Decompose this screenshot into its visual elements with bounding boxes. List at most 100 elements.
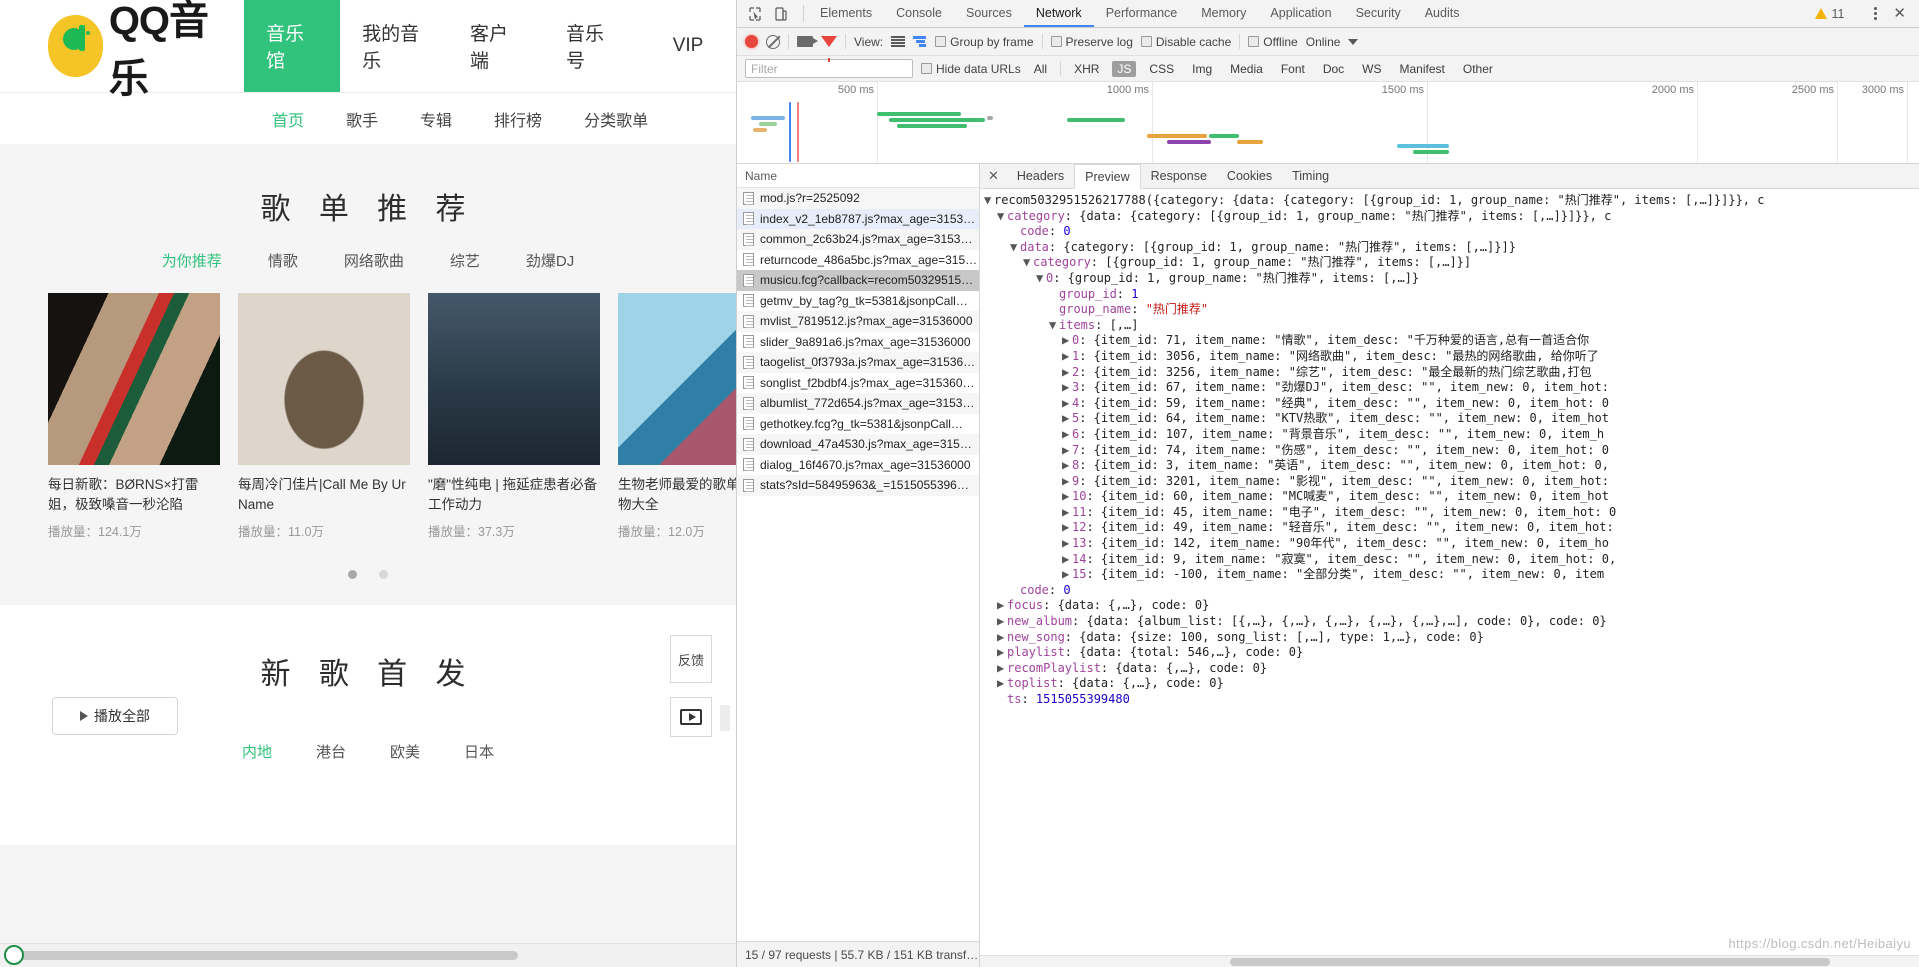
video-button[interactable] xyxy=(670,697,712,737)
subnav-item-albums[interactable]: 专辑 xyxy=(420,107,452,131)
chevron-down-icon[interactable]: ▼ xyxy=(1036,271,1046,287)
group-by-frame-checkbox[interactable]: Group by frame xyxy=(935,35,1034,49)
json-tree-row[interactable]: code: 0 xyxy=(984,583,1919,599)
chevron-right-icon[interactable]: ▶ xyxy=(1062,443,1072,459)
chevron-right-icon[interactable]: ▶ xyxy=(1062,536,1072,552)
record-button-icon[interactable] xyxy=(745,35,758,48)
request-row-selected[interactable]: musicu.fcg?callback=recom50329515… xyxy=(737,270,979,291)
playlist-card[interactable]: 每周冷门佳片|Call Me By Ur Name 播放量：11.0万 xyxy=(238,293,410,540)
json-tree-row[interactable]: ▼ recom5032951526217788({category: {data:… xyxy=(984,193,1919,209)
checkbox-icon[interactable] xyxy=(921,63,932,74)
filter-chip-css[interactable]: CSS xyxy=(1144,61,1179,77)
filter-chip-font[interactable]: Font xyxy=(1276,61,1310,77)
chevron-right-icon[interactable]: ▶ xyxy=(1062,489,1072,505)
chevron-right-icon[interactable]: ▶ xyxy=(1062,520,1072,536)
tab-security[interactable]: Security xyxy=(1344,0,1413,27)
json-tree-row[interactable]: group_name: "热门推荐" xyxy=(984,302,1919,318)
chevron-right-icon[interactable]: ▶ xyxy=(1062,474,1072,490)
filter-chip-all[interactable]: All xyxy=(1029,61,1052,77)
request-row[interactable]: slider_9a891a6.js?max_age=31536000 xyxy=(737,332,979,353)
checkbox-icon[interactable] xyxy=(1140,36,1152,47)
chevron-down-icon[interactable]: ▼ xyxy=(1049,318,1059,334)
chevron-down-icon[interactable]: ▼ xyxy=(1023,255,1033,271)
filter-chip-doc[interactable]: Doc xyxy=(1318,61,1349,77)
chevron-down-icon[interactable] xyxy=(1348,38,1359,45)
json-tree-row[interactable]: ts: 1515055399480 xyxy=(984,692,1919,708)
nav-item-vip[interactable]: VIP xyxy=(640,0,736,92)
chevron-right-icon[interactable]: ▶ xyxy=(1062,411,1072,427)
playlist-card[interactable]: "磨"性纯电 | 拖延症患者必备工作动力 播放量：37.3万 xyxy=(428,293,600,540)
json-tree-row[interactable]: ▶ 12: {item_id: 49, item_name: "轻音乐", ite… xyxy=(984,520,1919,536)
filter-chip-other[interactable]: Other xyxy=(1458,61,1498,77)
carousel-dot[interactable] xyxy=(379,570,388,579)
json-tree-row[interactable]: ▼ category: [{group_id: 1, group_name: "热… xyxy=(984,255,1919,271)
json-tree-row[interactable]: ▼ 0: {group_id: 1, group_name: "热门推荐", it… xyxy=(984,271,1919,287)
json-tree-row[interactable]: ▶ recomPlaylist: {data: {,…}, code: 0} xyxy=(984,661,1919,677)
network-overview-timeline[interactable]: 500 ms 1000 ms 1500 ms 2000 ms 2500 ms 3… xyxy=(737,82,1919,164)
json-tree-row[interactable]: ▶ 0: {item_id: 71, item_name: "情歌", item_… xyxy=(984,333,1919,349)
chevron-right-icon[interactable]: ▶ xyxy=(997,661,1007,677)
tab-application[interactable]: Application xyxy=(1258,0,1343,27)
playlist-card[interactable]: 生物老师最爱的歌单直是动物大全 播放量：12.0万 xyxy=(618,293,736,540)
request-row[interactable]: dialog_16f4670.js?max_age=31536000 xyxy=(737,455,979,476)
tab-web-songs[interactable]: 网络歌曲 xyxy=(344,250,404,271)
nav-item-music-account[interactable]: 音乐号 xyxy=(544,0,640,92)
json-tree-row[interactable]: ▶ 5: {item_id: 64, item_name: "KTV热歌", it… xyxy=(984,411,1919,427)
detail-tab-response[interactable]: Response xyxy=(1141,164,1217,188)
preview-json-tree[interactable]: ▼ recom5032951526217788({category: {data:… xyxy=(980,189,1919,955)
filter-chip-xhr[interactable]: XHR xyxy=(1069,61,1104,77)
json-tree-row[interactable]: ▶ 6: {item_id: 107, item_name: "背景音乐", it… xyxy=(984,427,1919,443)
chevron-right-icon[interactable]: ▶ xyxy=(1062,380,1072,396)
tab-audits[interactable]: Audits xyxy=(1413,0,1472,27)
json-tree-row[interactable]: ▶ 2: {item_id: 3256, item_name: "综艺", ite… xyxy=(984,365,1919,381)
page-horizontal-scrollbar[interactable] xyxy=(0,943,736,967)
detail-tab-preview[interactable]: Preview xyxy=(1074,164,1141,189)
json-tree-row[interactable]: code: 0 xyxy=(984,224,1919,240)
request-row[interactable]: gethotkey.fcg?g_tk=5381&jsonpCall… xyxy=(737,414,979,435)
subnav-item-home[interactable]: 首页 xyxy=(272,107,304,131)
tab-western[interactable]: 欧美 xyxy=(390,741,420,762)
tab-network[interactable]: Network xyxy=(1023,0,1094,27)
checkbox-icon[interactable] xyxy=(935,36,947,47)
request-row[interactable]: mvlist_7819512.js?max_age=31536000 xyxy=(737,311,979,332)
detail-close-icon[interactable]: ✕ xyxy=(980,164,1007,188)
carousel-dot[interactable] xyxy=(348,570,357,579)
chevron-right-icon[interactable]: ▶ xyxy=(997,676,1007,692)
chevron-right-icon[interactable]: ▶ xyxy=(997,645,1007,661)
scrollbar-thumb[interactable] xyxy=(1230,958,1830,966)
chevron-right-icon[interactable]: ▶ xyxy=(1062,427,1072,443)
playlist-card[interactable]: 每日新歌：BØRNS×打雷姐，极致嗓音一秒沦陷 播放量：124.1万 xyxy=(48,293,220,540)
json-tree-row[interactable]: ▶ focus: {data: {,…}, code: 0} xyxy=(984,598,1919,614)
json-tree-row[interactable]: ▶ 1: {item_id: 3056, item_name: "网络歌曲", i… xyxy=(984,349,1919,365)
filter-funnel-icon[interactable] xyxy=(821,36,837,62)
chevron-down-icon[interactable]: ▼ xyxy=(1010,240,1020,256)
chevron-right-icon[interactable]: ▶ xyxy=(1062,396,1072,412)
json-tree-row[interactable]: ▶ 10: {item_id: 60, item_name: "MC喊麦", it… xyxy=(984,489,1919,505)
tab-japan[interactable]: 日本 xyxy=(464,741,494,762)
view-waterfall-icon[interactable] xyxy=(913,35,927,48)
filter-chip-media[interactable]: Media xyxy=(1225,61,1268,77)
json-tree-row[interactable]: ▶ new_song: {data: {size: 100, song_list:… xyxy=(984,630,1919,646)
json-tree-row[interactable]: ▶ 8: {item_id: 3, item_name: "英语", item_d… xyxy=(984,458,1919,474)
chevron-right-icon[interactable]: ▶ xyxy=(997,614,1007,630)
request-row[interactable]: taogelist_0f3793a.js?max_age=31536… xyxy=(737,352,979,373)
json-tree-row[interactable]: ▶ 11: {item_id: 45, item_name: "电子", item… xyxy=(984,505,1919,521)
disable-cache-checkbox[interactable]: Disable cache xyxy=(1140,35,1231,49)
tab-love-songs[interactable]: 情歌 xyxy=(268,250,298,271)
play-all-button[interactable]: 播放全部 xyxy=(52,697,178,735)
preserve-log-checkbox[interactable]: Preserve log xyxy=(1050,35,1133,49)
nav-item-my-music[interactable]: 我的音乐 xyxy=(340,0,448,92)
json-tree-row[interactable]: ▼ data: {category: [{group_id: 1, group_n… xyxy=(984,240,1919,256)
request-row[interactable]: returncode_486a5bc.js?max_age=315… xyxy=(737,250,979,271)
tab-variety[interactable]: 综艺 xyxy=(450,250,480,271)
json-tree-row[interactable]: ▶ playlist: {data: {total: 546,…}, code: … xyxy=(984,645,1919,661)
detail-tab-cookies[interactable]: Cookies xyxy=(1217,164,1282,188)
request-row[interactable]: download_47a4530.js?max_age=315… xyxy=(737,434,979,455)
json-tree-row[interactable]: group_id: 1 xyxy=(984,287,1919,303)
subnav-item-categories[interactable]: 分类歌单 xyxy=(584,107,648,131)
chevron-right-icon[interactable]: ▶ xyxy=(1062,552,1072,568)
chevron-right-icon[interactable]: ▶ xyxy=(997,630,1007,646)
warning-badge[interactable]: 11 xyxy=(1815,7,1844,21)
tab-memory[interactable]: Memory xyxy=(1189,0,1258,27)
json-tree-row[interactable]: ▼ items: [,…] xyxy=(984,318,1919,334)
